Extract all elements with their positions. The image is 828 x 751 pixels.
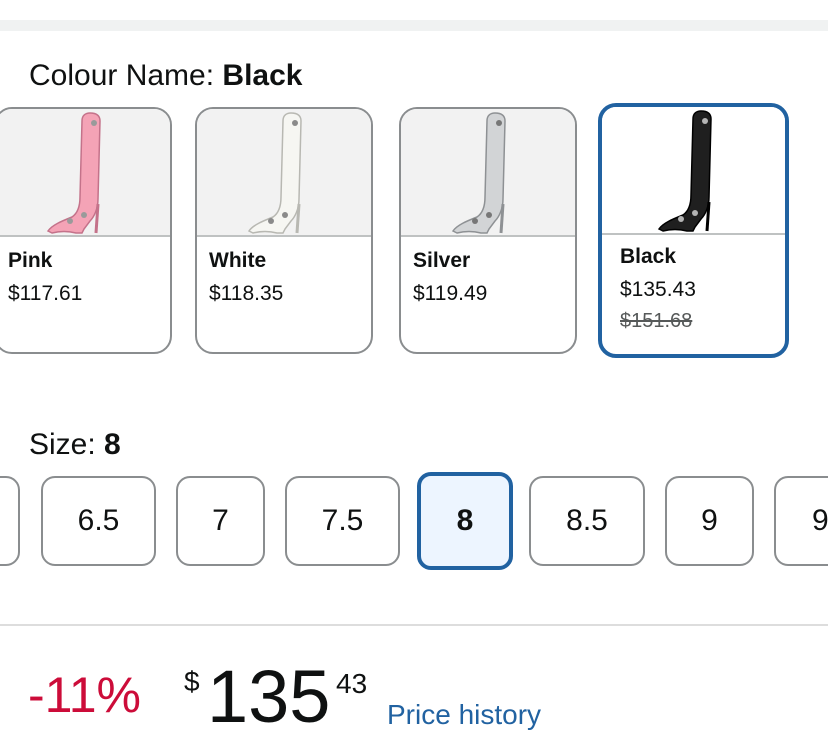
price-divider (0, 624, 828, 626)
discount-percent: -11% (28, 667, 142, 723)
size-option-partial[interactable]: 9 (774, 476, 828, 566)
colour-swatch-pink[interactable]: Pink $117.61 (0, 107, 172, 354)
swatch-list-price: $151.68 (620, 310, 693, 332)
size-option[interactable]: 6.5 (41, 476, 156, 566)
price-fraction: 43 (336, 668, 368, 699)
boot-icon (46, 112, 101, 234)
size-label-text: Size: (29, 428, 96, 461)
size-option[interactable]: 8.5 (529, 476, 645, 566)
swatch-image (401, 109, 575, 237)
price-currency: $ (184, 666, 200, 697)
swatch-image (197, 109, 371, 237)
colour-name-label: Colour Name: Black (29, 58, 302, 94)
swatch-image (602, 107, 785, 235)
section-separator (0, 20, 828, 31)
swatch-name: White (209, 249, 267, 272)
top-band (0, 0, 828, 20)
boot-icon (247, 112, 302, 234)
size-selected-value: 8 (104, 428, 121, 461)
boot-icon (657, 110, 712, 232)
swatch-price: $135.43 (620, 278, 696, 301)
swatch-price: $118.35 (209, 282, 284, 305)
boot-icon (451, 112, 506, 234)
swatch-price: $117.61 (8, 282, 83, 305)
price-history-link[interactable]: Price history (387, 698, 541, 732)
colour-swatch-silver[interactable]: Silver $119.49 (399, 107, 577, 354)
size-option-partial[interactable] (0, 476, 20, 566)
size-option[interactable]: 7 (176, 476, 265, 566)
price-whole: 135 (207, 655, 331, 738)
colour-label-text: Colour Name: (29, 59, 215, 92)
size-label: Size: 8 (29, 427, 121, 463)
colour-swatch-white[interactable]: White $118.35 (195, 107, 373, 354)
swatch-price: $119.49 (413, 282, 488, 305)
size-option-selected[interactable]: 8 (417, 472, 513, 570)
swatch-name: Black (620, 245, 677, 268)
swatch-name: Silver (413, 249, 471, 272)
colour-swatch-black[interactable]: Black $135.43 $151.68 (598, 103, 789, 358)
swatch-image (0, 109, 170, 237)
size-option[interactable]: 9 (665, 476, 754, 566)
size-option[interactable]: 7.5 (285, 476, 400, 566)
swatch-name: Pink (8, 249, 53, 272)
colour-selected-value: Black (222, 59, 303, 92)
